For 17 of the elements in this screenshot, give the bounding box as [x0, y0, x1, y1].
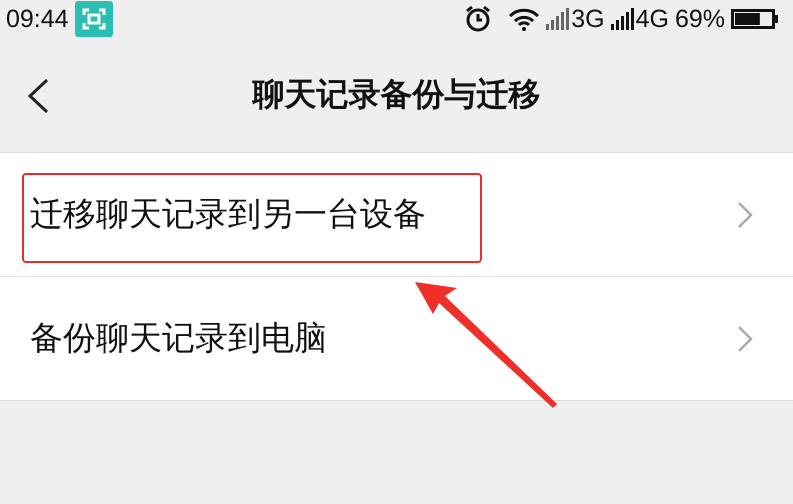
alarm-icon	[464, 5, 492, 33]
menu-item[interactable]: 迁移聊天记录到另一台设备	[0, 153, 793, 276]
network-type: 4G	[636, 4, 669, 34]
battery-percent: 69%	[674, 4, 725, 34]
page-title: 聊天记录备份与迁移	[252, 74, 540, 115]
chevron-icon	[737, 200, 753, 228]
menu-item-label: 迁移聊天记录到另一台设备	[30, 193, 427, 235]
wifi-icon	[508, 7, 540, 31]
menu-item-label: 备份聊天记录到电脑	[30, 317, 328, 359]
chevron-icon	[737, 324, 753, 352]
battery-icon	[731, 9, 779, 29]
status-time: 09:44	[6, 4, 69, 34]
scan-icon	[74, 1, 113, 37]
network-type: 3G	[571, 4, 605, 34]
signal-icon	[546, 8, 570, 30]
signal-icon	[610, 8, 634, 30]
back-icon[interactable]	[26, 78, 50, 114]
